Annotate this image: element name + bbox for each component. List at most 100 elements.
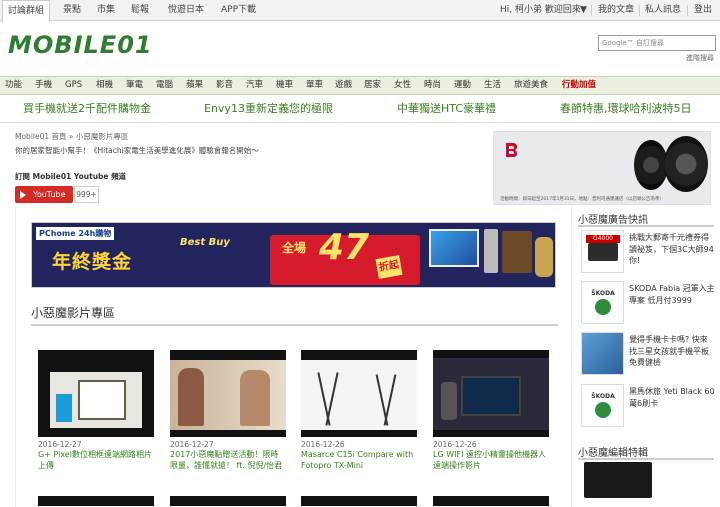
sidebar-ad-item[interactable]: G4000 挑戰大郵寄千元禮券得讀祕笈，下個3C大師94你! [581,230,715,276]
divider [591,5,592,16]
nav-item[interactable]: 手機 [35,77,52,94]
nav-item[interactable]: 功能 [5,77,22,94]
tire-image [634,140,668,190]
skoda-logo-icon: ŠKODA [581,281,624,324]
tablet-image [429,229,479,267]
best-buy-tag: Best Buy [180,237,230,248]
subscriber-count: 999+ [74,186,99,203]
bridgestone-ad[interactable]: 活動時間：即日起至2017年1月31日，地點：普利司通建議店（以店頭公告為準） [493,131,711,205]
sidebar-ad-text[interactable]: 黑馬休旅 Yeti Black 60萬6刷卡 [629,386,715,409]
site-logo[interactable]: MOBILE01 [8,31,153,61]
video-card[interactable]: 2016-12-26 Masarce C15i Compare with Fot… [301,350,417,471]
banner-all-label: 全場 [282,241,307,255]
bridgestone-logo-icon [506,143,517,157]
video-date: 2016-12-27 [38,440,82,449]
video-title[interactable]: G+ Pixel數位相框遠端網路相片上傳 [38,449,154,471]
sidebar-ad-item[interactable]: ŠKODA SKODA Fabia 冠軍入主專案 低月付3999 [581,281,715,327]
video-thumbnail[interactable] [301,350,417,437]
nav-item[interactable]: 生活 [484,77,501,94]
promo-link[interactable]: 春節特惠,環球哈利波特5日 [560,100,692,118]
promo-link[interactable]: Envy13重新定義您的極限 [204,100,333,118]
announcement-link[interactable]: 你的居家智能小幫手！《Hitachi家電生活美學進化展》體驗會報名開始～ [15,145,259,156]
breadcrumb[interactable]: Mobile01 首頁 » 小惡魔影片專區 [15,131,128,142]
printer-icon: G4000 [581,230,624,273]
video-thumbnail[interactable] [433,350,549,437]
divider [31,324,558,326]
divider [578,225,714,227]
youtube-subscribe-label: 訂閱 Mobile01 Youtube 頻道 [15,172,127,181]
divider [639,5,640,16]
skoda-logo-icon: ŠKODA [581,384,624,427]
advanced-search-link[interactable]: 進階搜尋 [686,53,714,63]
logout-link[interactable]: 登出 [694,0,712,21]
pchome-banner-ad[interactable]: PChome 24h購物 Best Buy 年終獎金 全場 47 折起 [31,222,556,288]
nav-item[interactable]: 居家 [364,77,381,94]
nav-item[interactable]: 運動 [454,77,471,94]
pchome-logo: PChome 24h購物 [36,227,115,240]
video-thumbnail[interactable] [38,496,154,506]
divider [578,458,714,460]
people-icon [581,332,624,375]
sidebar-products-title: 小惡魔編輯特輯 [578,448,648,459]
sidebar-ad-text[interactable]: SKODA Fabia 冠軍入主專案 低月付3999 [629,283,715,306]
video-title[interactable]: LG WIFI 遠控小精靈操他機器人遠端操作影片 [433,449,549,471]
video-card[interactable]: 2016-12-27 2017小惡魔點贈送活動！限時限量，誰懂就搶！ ft. 倪… [170,350,286,471]
nav-item[interactable]: 影音 [216,77,233,94]
nav-item[interactable]: 相機 [96,77,113,94]
private-messages-link[interactable]: 私人訊息 [645,0,681,21]
top-bar: 討論群組 景點 市集 鬆報 悅遊日本 APP下載 Hi, 柯小弟 歡迎回來 ▼ … [0,0,720,22]
youtube-button-label: YouTube [33,190,66,199]
video-date: 2016-12-26 [433,440,477,449]
tire-image [664,136,708,192]
tab-news[interactable]: 鬆報 [126,0,154,21]
sidebar-ads-title: 小惡魔廣告快訊 [578,215,648,226]
video-card[interactable]: 2016-12-27 G+ Pixel數位相框遠端網路相片上傳 [38,350,154,471]
main-nav: 功能 手機 GPS 相機 筆電 電腦 蘋果 影音 汽車 機車 單車 遊戲 居家 … [0,76,720,95]
divider [0,122,720,123]
sidebar-ad-item[interactable]: ŠKODA 黑馬休旅 Yeti Black 60萬6刷卡 [581,384,715,430]
tab-discussion[interactable]: 討論群組 [2,0,51,22]
ad-fine-print: 活動時間：即日起至2017年1月31日，地點：普利司通建議店（以店頭公告為準） [500,197,665,202]
divider [687,5,688,16]
video-thumbnail[interactable] [433,496,549,506]
video-date: 2016-12-27 [170,440,214,449]
nav-item[interactable]: 遊戲 [335,77,352,94]
nav-item[interactable]: 筆電 [126,77,143,94]
video-title[interactable]: Masarce C15i Compare with Fotopro TX-Min… [301,449,417,471]
nav-item[interactable]: 旅遊美食 [514,77,548,94]
my-posts-link[interactable]: 我的文章 [598,0,634,21]
video-thumbnail[interactable] [170,350,286,437]
bag-image [502,231,532,273]
nav-item[interactable]: GPS [65,77,82,94]
sidebar-ad-text[interactable]: 挑戰大郵寄千元禮券得讀祕笈，下個3C大師94你! [629,232,715,267]
nav-item[interactable]: 電腦 [156,77,173,94]
nav-item-hot[interactable]: 行動加值 [562,77,596,94]
video-thumbnail[interactable] [301,496,417,506]
nav-item[interactable]: 單車 [306,77,323,94]
sidebar-ad-text[interactable]: 覺得手機卡卡嗎? 快來找三星女孩就手機平板免費健檢 [629,334,715,369]
video-title[interactable]: 2017小惡魔點贈送活動！限時限量，誰懂就搶！ ft. 倪倪/怡君 [170,449,286,471]
nav-item[interactable]: 汽車 [246,77,263,94]
sidebar-ad-item[interactable]: 覺得手機卡卡嗎? 快來找三星女孩就手機平板免費健檢 [581,332,713,378]
promo-link[interactable]: 買手機就送2千配件購物金 [23,100,151,118]
chevron-down-icon[interactable]: ▼ [580,0,587,21]
video-card[interactable]: 2016-12-26 LG WIFI 遠控小精靈操他機器人遠端操作影片 [433,350,549,471]
youtube-subscribe-button[interactable]: YouTube [15,186,73,203]
nav-item[interactable]: 時尚 [424,77,441,94]
banner-headline: 年終獎金 [52,251,133,273]
banner-discount-number: 47 [319,227,370,268]
video-thumbnail[interactable] [170,496,286,506]
user-greeting[interactable]: Hi, 柯小弟 歡迎回來 [500,0,581,21]
speaker-image[interactable] [584,462,652,498]
nav-item[interactable]: 女性 [394,77,411,94]
logo-text: MOBILE01 [8,31,153,59]
tab-japan[interactable]: 悅遊日本 [163,0,209,21]
video-thumbnail[interactable] [38,350,154,437]
tab-app-download[interactable]: APP下載 [216,0,261,21]
tab-attractions[interactable]: 景點 [58,0,86,21]
tab-market[interactable]: 市集 [92,0,120,21]
nav-item[interactable]: 機車 [276,77,293,94]
nav-item[interactable]: 蘋果 [186,77,203,94]
promo-link[interactable]: 中華獨送HTC豪華禮 [397,100,496,118]
search-input[interactable]: Google™ 自訂搜尋 [598,35,716,51]
